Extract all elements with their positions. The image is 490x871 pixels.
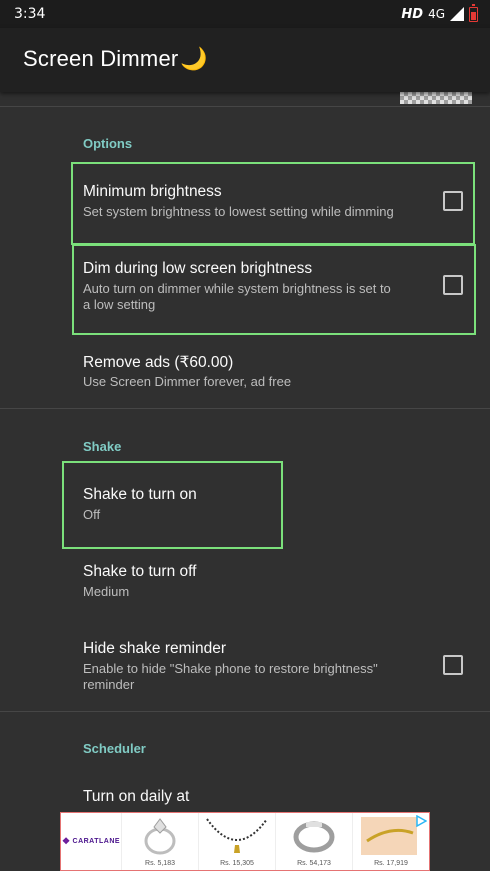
section-header-scheduler: Scheduler bbox=[83, 741, 146, 756]
ad-product-band[interactable]: Rs. 54,173 bbox=[275, 813, 352, 870]
status-bar: 3:34 HD 4G bbox=[0, 0, 490, 28]
highlight-box bbox=[62, 461, 283, 549]
moon-icon: 🌙 bbox=[180, 46, 209, 71]
status-time: 3:34 bbox=[14, 6, 46, 22]
caratlane-mark-icon: ❖ bbox=[61, 836, 71, 846]
ad-banner[interactable]: ❖ CARATLANE Rs. 5,183 Rs. 15,305 Rs. 54,1… bbox=[60, 812, 430, 871]
divider bbox=[0, 711, 490, 712]
ring-icon bbox=[144, 818, 176, 855]
pref-title: Shake to turn off bbox=[83, 563, 197, 580]
ad-brand-logo: ❖ CARATLANE bbox=[61, 813, 121, 870]
pref-title: Turn on daily at bbox=[83, 788, 190, 805]
network-type: 4G bbox=[428, 7, 445, 21]
highlight-box bbox=[71, 162, 475, 245]
ad-price: Rs. 15,305 bbox=[220, 860, 254, 867]
status-icons: HD 4G bbox=[401, 3, 478, 22]
app-bar: Screen Dimmer🌙 bbox=[0, 28, 490, 92]
pref-subtitle-line2: reminder bbox=[83, 677, 135, 692]
pref-subtitle-line1: Enable to hide "Shake phone to restore b… bbox=[83, 661, 378, 676]
ad-price: Rs. 17,919 bbox=[374, 860, 408, 867]
ad-brand-name: CARATLANE bbox=[72, 838, 121, 845]
band-ring-icon bbox=[293, 821, 335, 853]
app-title: Screen Dimmer🌙 bbox=[23, 46, 208, 72]
signal-icon bbox=[450, 7, 464, 21]
ad-price: Rs. 54,173 bbox=[297, 860, 331, 867]
hide-shake-reminder-checkbox[interactable] bbox=[443, 655, 463, 675]
ad-price: Rs. 5,183 bbox=[145, 860, 175, 867]
section-header-shake: Shake bbox=[83, 439, 122, 454]
pref-subtitle: Medium bbox=[83, 584, 130, 599]
pref-title: Remove ads (₹60.00) bbox=[83, 354, 234, 371]
divider bbox=[0, 106, 490, 107]
divider bbox=[0, 408, 490, 409]
necklace-icon bbox=[206, 818, 268, 853]
highlight-box bbox=[72, 244, 476, 335]
app-title-text: Screen Dimmer bbox=[23, 46, 179, 71]
transparency-preview-icon bbox=[400, 92, 472, 104]
ad-product-mangalsutra[interactable]: Rs. 15,305 bbox=[198, 813, 275, 870]
hd-indicator: HD bbox=[401, 6, 424, 22]
ad-product-ring[interactable]: Rs. 5,183 bbox=[121, 813, 198, 870]
pref-title: Hide shake reminder bbox=[83, 640, 227, 657]
adchoices-icon[interactable] bbox=[415, 815, 427, 827]
pref-subtitle: Use Screen Dimmer forever, ad free bbox=[83, 374, 292, 389]
previous-item-peek bbox=[0, 92, 490, 106]
battery-icon bbox=[469, 3, 478, 22]
section-header-options: Options bbox=[83, 136, 133, 151]
